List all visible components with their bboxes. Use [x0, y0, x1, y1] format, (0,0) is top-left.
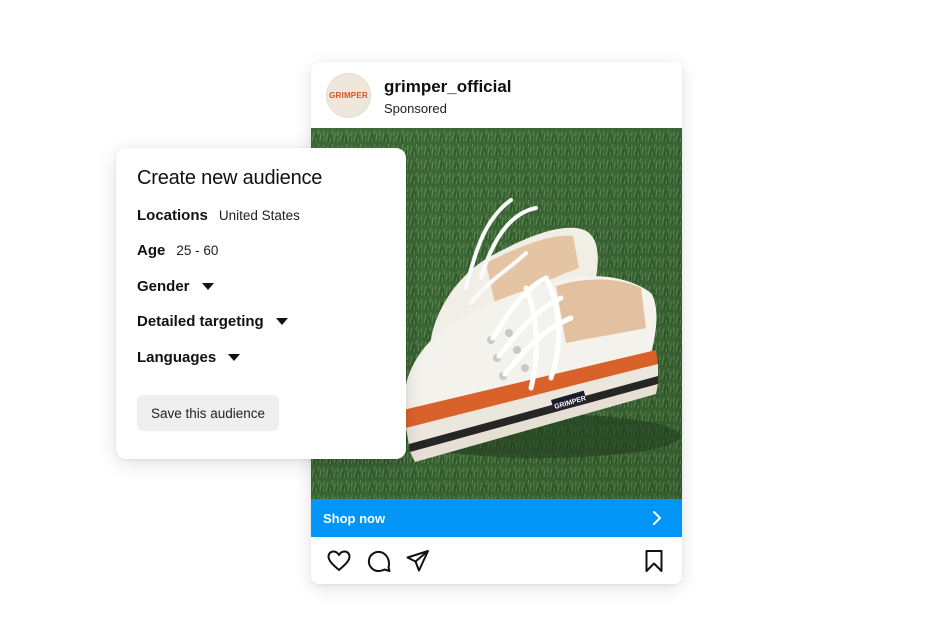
- detailed-targeting-dropdown[interactable]: Detailed targeting: [137, 313, 288, 330]
- account-username[interactable]: grimper_official: [384, 77, 512, 97]
- avatar-logo-text: GRIMPER: [329, 91, 368, 100]
- share-icon: [406, 550, 429, 572]
- locations-label: Locations: [137, 207, 208, 224]
- gender-label: Gender: [137, 278, 190, 295]
- chevron-right-icon: [653, 511, 661, 525]
- shop-now-label: Shop now: [323, 510, 386, 526]
- heart-icon: [327, 550, 351, 571]
- age-row[interactable]: Age 25 - 60: [137, 242, 218, 259]
- post-header: GRIMPER grimper_official Sponsored: [311, 62, 682, 128]
- locations-row[interactable]: Locations United States: [137, 207, 300, 224]
- caret-down-icon[interactable]: [228, 354, 241, 361]
- account-avatar[interactable]: GRIMPER: [326, 73, 371, 118]
- save-audience-button[interactable]: Save this audience: [137, 395, 279, 431]
- create-audience-panel: Create new audience Locations United Sta…: [116, 148, 406, 459]
- share-button[interactable]: [405, 548, 431, 574]
- languages-dropdown[interactable]: Languages: [137, 349, 241, 366]
- comment-icon: [367, 550, 391, 573]
- caret-down-icon[interactable]: [275, 318, 288, 325]
- bookmark-icon: [645, 550, 663, 572]
- caret-down-icon[interactable]: [201, 283, 214, 290]
- locations-value: United States: [218, 208, 300, 223]
- save-post-button[interactable]: [641, 548, 667, 574]
- post-action-bar: [311, 537, 682, 584]
- languages-label: Languages: [137, 349, 217, 366]
- panel-title: Create new audience: [137, 167, 323, 189]
- age-label: Age: [137, 242, 166, 259]
- sponsored-label: Sponsored: [384, 101, 447, 116]
- shop-now-button[interactable]: Shop now: [311, 499, 682, 537]
- comment-button[interactable]: [366, 548, 392, 574]
- age-value: 25 - 60: [176, 243, 219, 258]
- like-button[interactable]: [326, 548, 352, 574]
- gender-dropdown[interactable]: Gender: [137, 278, 214, 295]
- detailed-targeting-label: Detailed targeting: [137, 313, 264, 330]
